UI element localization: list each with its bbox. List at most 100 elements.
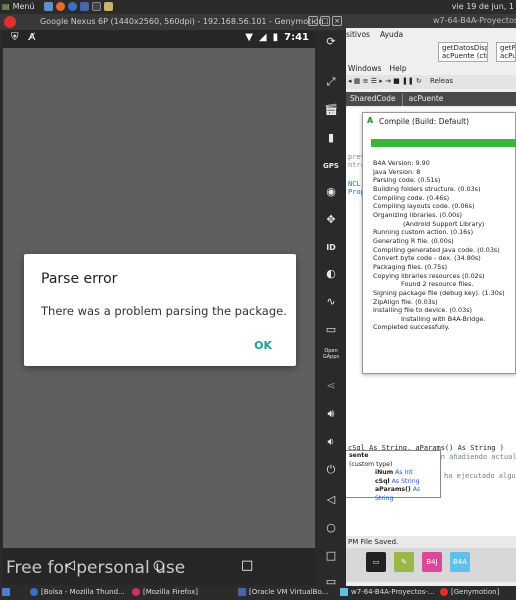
- log-line: Packaging files. (0.75s): [373, 262, 448, 271]
- battery-icon: ▮: [272, 32, 279, 43]
- recents-nav-icon[interactable]: □: [241, 558, 253, 573]
- home-icon[interactable]: ○: [321, 520, 341, 536]
- log-line: Found 2 resource files.: [401, 280, 474, 289]
- ide-menu-bar-2: Windows Help: [348, 64, 407, 73]
- menu-item-help[interactable]: Help: [389, 64, 406, 73]
- sms-icon[interactable]: ▭: [321, 322, 341, 338]
- open-gapps-icon[interactable]: Open GApps: [321, 348, 341, 364]
- item-type: As String: [391, 477, 420, 485]
- dpad-icon[interactable]: ✥: [321, 212, 341, 228]
- clapperboard-icon[interactable]: 🎬︎: [321, 102, 341, 118]
- autocomplete-item[interactable]: cSql As String: [349, 478, 437, 487]
- autocomplete-item[interactable]: iNum As Int: [349, 469, 437, 478]
- taskbar-item-genymotion[interactable]: [Genymotion]: [440, 588, 499, 596]
- menu-icon: ▤: [2, 2, 10, 11]
- status-time: 7:41: [284, 32, 309, 43]
- recents-icon[interactable]: □: [321, 548, 341, 564]
- bookmark-icon[interactable]: ▦: [354, 77, 361, 85]
- compile-dialog: A Compile (Build: Default) B4A Version: …: [362, 112, 516, 374]
- shield-icon: ⛨: [11, 32, 19, 43]
- log-line: (Android Support Library): [403, 219, 485, 228]
- item-name: cSql: [375, 477, 390, 485]
- signal-icon: ◢: [258, 32, 267, 43]
- emulator-title-bar: Google Nexus 6P (1440x2560, 560dpi) - 19…: [0, 14, 346, 30]
- main-menu-button[interactable]: ▤ Menú: [2, 2, 35, 11]
- menu-item-windows[interactable]: Windows: [348, 64, 381, 73]
- item-type: As Int: [395, 469, 413, 476]
- indent-icon[interactable]: ≡: [363, 77, 369, 85]
- compile-progress-bar: [371, 139, 516, 147]
- tab-sharedcode[interactable]: SharedCode: [348, 94, 398, 106]
- compile-dialog-header: A Compile (Build: Default): [363, 113, 515, 129]
- taskbar-item-firefox[interactable]: [Mozilla Firefox]: [132, 588, 198, 596]
- item-name: iNum: [375, 469, 394, 476]
- autocomplete-header: sente: [349, 452, 369, 459]
- editor-icon[interactable]: ✎: [394, 552, 414, 572]
- sub-button-module: acPuente (ctrl + 1): [442, 52, 487, 60]
- sub-getpl-button[interactable]: getPl acPue: [496, 42, 516, 62]
- camera-icon[interactable]: ◉: [321, 184, 341, 200]
- log-line: ZipAlign file. (0.03s): [373, 297, 438, 306]
- b4j-icon[interactable]: B4J: [422, 552, 442, 572]
- autocomplete-item[interactable]: aParams() As String: [349, 486, 437, 503]
- log-line: Compiling generated Java code. (0.03s): [373, 245, 500, 254]
- comment-icon[interactable]: ☰: [371, 77, 377, 85]
- firefox-launcher-icon[interactable]: [56, 2, 65, 11]
- show-desktop-icon[interactable]: [2, 588, 10, 596]
- stop-icon[interactable]: ■: [393, 77, 400, 85]
- autocomplete-popup: sente (custom type) iNum As Int cSql As …: [345, 450, 441, 502]
- close-icon[interactable]: ×: [332, 16, 342, 26]
- taskbar-item-thunderbird[interactable]: [Bolsa - Mozilla Thund...: [30, 588, 125, 596]
- log-line: Java Version: 8: [373, 167, 421, 176]
- gps-icon[interactable]: GPS: [321, 158, 341, 174]
- step-icon[interactable]: ⇥: [385, 77, 391, 85]
- thunderbird-launcher-icon[interactable]: [68, 2, 77, 11]
- refresh-icon[interactable]: ↻: [416, 77, 422, 85]
- menu-item-dispositivos[interactable]: sitivos: [346, 30, 370, 39]
- log-line: Parsing code. (0.51s): [373, 176, 441, 185]
- log-line: Organizing libraries. (0.00s): [373, 210, 463, 219]
- share-icon[interactable]: ⋖: [321, 378, 341, 394]
- sub-button-label: getDatosDispo: [442, 44, 487, 52]
- taskbar-item-label: [Mozilla Firefox]: [143, 588, 198, 596]
- back-icon[interactable]: ◂: [348, 77, 352, 85]
- battery-widget-icon[interactable]: ▮: [321, 130, 341, 146]
- maximize-icon[interactable]: □: [320, 16, 330, 26]
- taskbar-item-b4a[interactable]: w7-64-B4A-Proyectos-...: [340, 588, 435, 596]
- volume-down-icon[interactable]: 🔉︎: [321, 434, 341, 450]
- virtualbox-icon: [238, 588, 246, 596]
- id-icon[interactable]: ID: [321, 240, 341, 256]
- terminal-launcher-icon[interactable]: [92, 2, 101, 11]
- sub-getdatosdispo-button[interactable]: getDatosDispo acPuente (ctrl + 1): [438, 42, 488, 62]
- pause-icon[interactable]: ❚❚: [402, 77, 414, 85]
- genymotion-logo-icon: [4, 16, 16, 28]
- files-launcher-icon[interactable]: [104, 2, 113, 11]
- desktop: ▤ Menú vie 19 de jun, 1 w7-64-B4A-Proyec…: [0, 0, 516, 600]
- run-icon[interactable]: ▸: [379, 77, 383, 85]
- menu-item-ayuda[interactable]: Ayuda: [380, 30, 403, 39]
- back-icon[interactable]: ◁: [321, 492, 341, 508]
- terminal-icon[interactable]: ▭: [366, 552, 386, 572]
- sub-button-module: acPue: [500, 52, 515, 60]
- emulator-title: Google Nexus 6P (1440x2560, 560dpi) - 19…: [40, 17, 324, 26]
- b4a-icon[interactable]: B4A: [450, 552, 470, 572]
- genymotion-window: Google Nexus 6P (1440x2560, 560dpi) - 19…: [0, 14, 346, 588]
- media-icon[interactable]: ◐: [321, 266, 341, 282]
- fullscreen-icon[interactable]: ⤢: [321, 74, 341, 90]
- power-icon[interactable]: ⏻: [321, 462, 341, 478]
- virtualbox-launcher-icon[interactable]: [80, 2, 89, 11]
- minimize-icon[interactable]: –: [308, 16, 318, 26]
- build-config-select[interactable]: Releas: [430, 77, 453, 85]
- clock[interactable]: vie 19 de jun, 1: [452, 2, 514, 11]
- code-comment: ha ejecutado algu: [444, 472, 516, 480]
- folder-launcher-icon[interactable]: [44, 2, 53, 11]
- rss-icon[interactable]: ∿: [321, 294, 341, 310]
- tab-acpuente[interactable]: acPuente: [401, 94, 446, 106]
- log-line: Compiling layouts code. (0.06s): [373, 202, 475, 211]
- dialog-message: There was a problem parsing the package.: [41, 304, 287, 318]
- ok-button[interactable]: OK: [254, 339, 272, 352]
- menu-label: Menú: [12, 2, 35, 11]
- rotate-icon[interactable]: ⟳: [321, 34, 341, 50]
- taskbar-item-virtualbox[interactable]: [Oracle VM VirtualBo...: [238, 588, 328, 596]
- volume-up-icon[interactable]: 🔊︎: [321, 406, 341, 422]
